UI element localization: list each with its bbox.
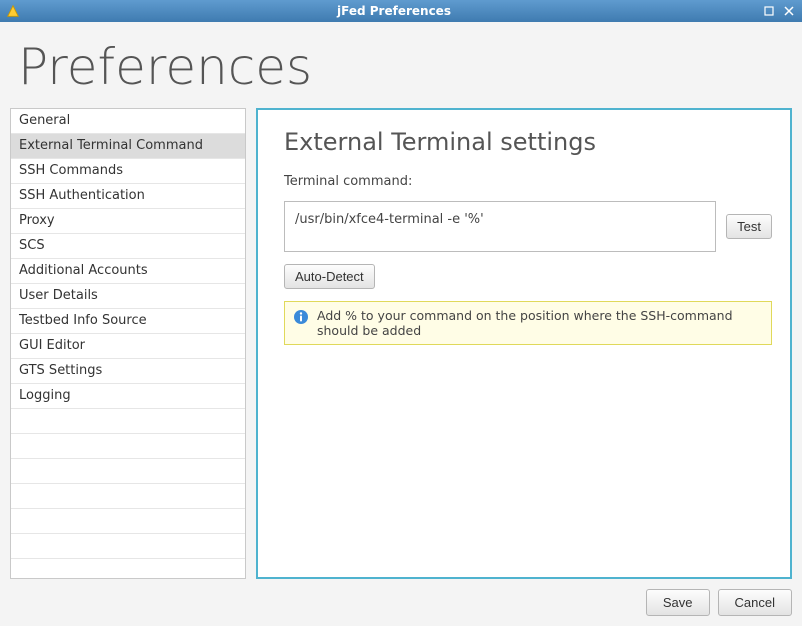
sidebar-item-empty — [11, 459, 245, 484]
sidebar-item-empty — [11, 534, 245, 559]
terminal-command-label: Terminal command: — [284, 174, 772, 189]
sidebar-item-label: User Details — [19, 288, 98, 303]
info-text: Add % to your command on the position wh… — [317, 308, 763, 338]
sidebar-item-ssh-commands[interactable]: SSH Commands — [11, 159, 245, 184]
save-button[interactable]: Save — [646, 589, 710, 616]
sidebar-item-empty — [11, 509, 245, 534]
sidebar-item-scs[interactable]: SCS — [11, 234, 245, 259]
section-title: External Terminal settings — [284, 128, 772, 156]
close-icon[interactable] — [782, 4, 796, 18]
body-row: General External Terminal Command SSH Comm… — [10, 108, 792, 579]
sidebar-item-testbed-info-source[interactable]: Testbed Info Source — [11, 309, 245, 334]
sidebar-item-empty — [11, 409, 245, 434]
sidebar-item-label: SSH Authentication — [19, 188, 145, 203]
sidebar-item-empty — [11, 434, 245, 459]
sidebar-item-external-terminal-command[interactable]: External Terminal Command — [11, 134, 245, 159]
client-area: Preferences General External Terminal Com… — [0, 22, 802, 626]
sidebar-item-label: Additional Accounts — [19, 263, 148, 278]
footer: Save Cancel — [10, 589, 792, 616]
terminal-command-row: Test — [284, 201, 772, 252]
sidebar-item-additional-accounts[interactable]: Additional Accounts — [11, 259, 245, 284]
sidebar-item-label: SSH Commands — [19, 163, 123, 178]
sidebar-item-gui-editor[interactable]: GUI Editor — [11, 334, 245, 359]
sidebar-item-label: GTS Settings — [19, 363, 102, 378]
sidebar-item-logging[interactable]: Logging — [11, 384, 245, 409]
sidebar-item-empty — [11, 484, 245, 509]
sidebar-item-label: SCS — [19, 238, 45, 253]
sidebar-item-general[interactable]: General — [11, 109, 245, 134]
sidebar-item-label: Proxy — [19, 213, 55, 228]
sidebar-item-proxy[interactable]: Proxy — [11, 209, 245, 234]
window-title: jFed Preferences — [26, 4, 762, 18]
sidebar-item-user-details[interactable]: User Details — [11, 284, 245, 309]
window-controls — [762, 4, 796, 18]
terminal-command-input[interactable] — [284, 201, 716, 252]
sidebar-item-label: Logging — [19, 388, 71, 403]
test-button[interactable]: Test — [726, 214, 772, 239]
maximize-icon[interactable] — [762, 4, 776, 18]
page-title: Preferences — [18, 38, 792, 96]
titlebar[interactable]: jFed Preferences — [0, 0, 802, 22]
sidebar-item-label: External Terminal Command — [19, 138, 203, 153]
sidebar-item-label: General — [19, 113, 70, 128]
sidebar-item-label: Testbed Info Source — [19, 313, 147, 328]
sidebar-item-ssh-authentication[interactable]: SSH Authentication — [11, 184, 245, 209]
cancel-button[interactable]: Cancel — [718, 589, 792, 616]
sidebar-item-label: GUI Editor — [19, 338, 85, 353]
sidebar: General External Terminal Command SSH Comm… — [10, 108, 246, 579]
sidebar-item-gts-settings[interactable]: GTS Settings — [11, 359, 245, 384]
info-box: Add % to your command on the position wh… — [284, 301, 772, 345]
content-pane: External Terminal settings Terminal comm… — [256, 108, 792, 579]
preferences-window: jFed Preferences Preferences General Exte… — [0, 0, 802, 626]
info-icon — [293, 309, 309, 328]
auto-detect-button[interactable]: Auto-Detect — [284, 264, 375, 289]
app-icon — [6, 4, 20, 18]
